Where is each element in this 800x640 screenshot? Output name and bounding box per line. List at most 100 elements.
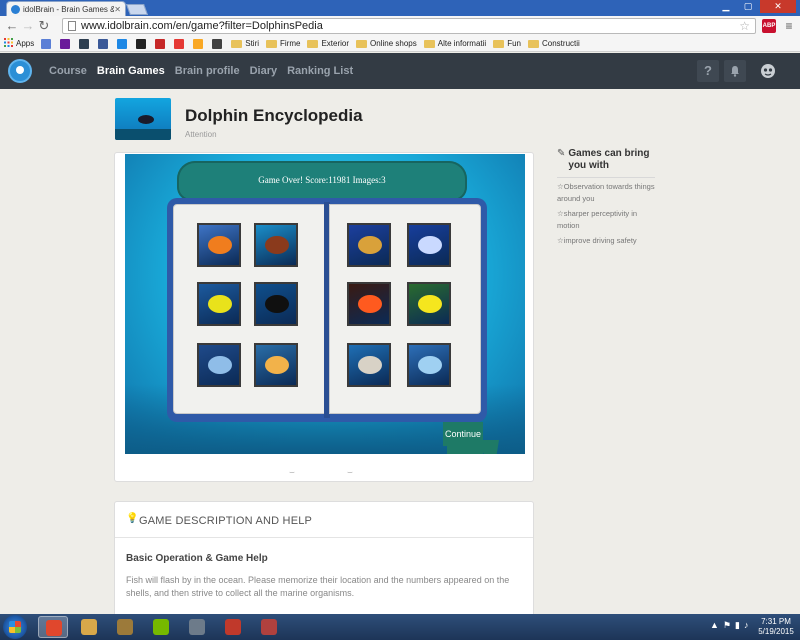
taskbar-app-icon[interactable] [218, 616, 248, 638]
encyclopedia-book [167, 198, 487, 422]
url-text: www.idolbrain.com/en/game?filter=Dolphin… [81, 20, 323, 32]
browser-tab[interactable]: idolBrain - Brain Games & ✕ [6, 1, 126, 16]
sea-creature-icon [418, 295, 442, 313]
taskbar-app-icon[interactable] [254, 616, 284, 638]
tray-flag-icon[interactable]: ⚑ [723, 620, 731, 631]
fish-icon [138, 115, 154, 124]
minimize-icon[interactable]: ▁ [716, 0, 736, 13]
nav-link-ranking-list[interactable]: Ranking List [287, 65, 353, 77]
benefits-sidebar: ✎ Games can bring you with ☆Observation … [557, 148, 655, 247]
bookmark-favicon-icon [193, 38, 204, 49]
windows-start-icon[interactable] [3, 615, 27, 639]
new-tab-button[interactable] [125, 4, 149, 15]
sea-creature-icon [358, 295, 382, 313]
game-stage[interactable]: Game Over! Score:11981 Images:3 Continue [125, 154, 525, 454]
game-description-panel: 💡 GAME DESCRIPTION AND HELP Basic Operat… [114, 501, 534, 614]
tray-up-arrow-icon[interactable]: ▲ [710, 620, 719, 631]
bookmark-site[interactable] [155, 38, 167, 49]
benefit-item: ☆sharper perceptivity in motion [557, 209, 638, 230]
bookmark-folder[interactable]: Firme [266, 39, 300, 48]
system-tray: ▲ ⚑ ▮ ♪ [710, 620, 748, 631]
folder-icon [231, 39, 243, 48]
bookmark-label: Fun [507, 39, 521, 48]
bookmark-favicon-icon [174, 38, 185, 49]
continue-button[interactable]: Continue [443, 422, 483, 446]
bookmark-site[interactable] [60, 38, 72, 49]
taskbar-app-icon[interactable] [74, 616, 104, 638]
marine-image-card[interactable] [197, 343, 241, 387]
help-icon[interactable]: ? [697, 60, 719, 82]
bookmark-site[interactable] [41, 38, 53, 49]
game-panel: Game Over! Score:11981 Images:3 Continue… [114, 152, 534, 482]
sea-creature-icon [418, 236, 442, 254]
taskbar-app-icon[interactable] [38, 616, 68, 638]
sea-creature-icon [208, 356, 232, 374]
marine-image-card[interactable] [347, 282, 391, 326]
taskbar-app-icon[interactable] [110, 616, 140, 638]
marine-image-card[interactable] [347, 223, 391, 267]
chrome-menu-icon[interactable]: ≡ [782, 18, 796, 34]
apps-grid-icon [4, 38, 13, 49]
address-bar[interactable]: www.idolbrain.com/en/game?filter=Dolphin… [62, 18, 756, 34]
window-close-icon[interactable]: ✕ [760, 0, 796, 13]
bookmark-site[interactable] [174, 38, 186, 49]
back-arrow-icon[interactable]: ← [4, 18, 20, 34]
book-page-left [173, 204, 325, 414]
marine-image-card[interactable] [407, 343, 451, 387]
bookmark-label: Stiri [245, 39, 260, 48]
sea-creature-icon [358, 356, 382, 374]
carousel-dot[interactable]: ⌣ [289, 467, 295, 478]
continue-control[interactable]: Continue [443, 422, 501, 454]
marine-image-card[interactable] [197, 223, 241, 267]
bookmark-site[interactable] [212, 38, 224, 49]
bookmark-favicon-icon [117, 38, 128, 49]
marine-image-card[interactable] [407, 282, 451, 326]
marine-image-card[interactable] [407, 223, 451, 267]
reload-icon[interactable]: ↻ [36, 18, 52, 34]
idolbrain-logo[interactable] [8, 59, 32, 83]
game-title: Dolphin Encyclopedia [185, 106, 363, 125]
nav-link-brain-profile[interactable]: Brain profile [175, 65, 240, 77]
bookmark-folder[interactable]: Constructii [528, 39, 580, 48]
game-status-text: Game Over! Score:11981 Images:3 [258, 175, 386, 185]
marine-image-card[interactable] [254, 343, 298, 387]
nav-link-course[interactable]: Course [49, 65, 87, 77]
nav-link-diary[interactable]: Diary [250, 65, 278, 77]
carousel-dot[interactable]: ⌣ [347, 467, 353, 478]
bookmark-folder[interactable]: Online shops [356, 39, 417, 48]
bookmark-site[interactable] [117, 38, 129, 49]
marine-image-card[interactable] [254, 223, 298, 267]
maximize-icon[interactable]: ▢ [738, 0, 758, 13]
bookmark-favicon-icon [79, 38, 90, 49]
bookmark-folder[interactable]: Stiri [231, 39, 259, 48]
bookmark-star-icon[interactable]: ☆ [739, 19, 750, 33]
browser-titlebar: idolBrain - Brain Games & ✕ ▁ ▢ ✕ [0, 0, 800, 16]
bookmark-site[interactable] [79, 38, 91, 49]
bookmark-site[interactable] [98, 38, 110, 49]
adblock-icon[interactable]: ABP [762, 19, 776, 33]
bookmark-favicon-icon [98, 38, 109, 49]
forward-arrow-icon[interactable]: → [20, 18, 36, 34]
volume-icon[interactable]: ♪ [744, 620, 749, 631]
marine-image-card[interactable] [197, 282, 241, 326]
user-avatar-icon[interactable] [757, 60, 779, 82]
nav-link-brain-games[interactable]: Brain Games [97, 65, 165, 77]
tab-close-icon[interactable]: ✕ [114, 5, 121, 14]
marine-image-card[interactable] [347, 343, 391, 387]
taskbar-app-icon[interactable] [182, 616, 212, 638]
bookmark-apps[interactable]: Apps [4, 38, 34, 49]
bookmark-folder[interactable]: Alte informatii [423, 39, 486, 48]
bookmark-folder[interactable]: Fun [493, 39, 521, 48]
sea-creature-icon [358, 236, 382, 254]
system-clock[interactable]: 7:31 PM 5/19/2015 [756, 617, 796, 637]
notification-bell-icon[interactable] [724, 60, 746, 82]
bookmarks-bar: Apps Stiri Firme Exterior Online shops Alte i… [0, 36, 800, 52]
bookmark-folder[interactable]: Exterior [307, 39, 349, 48]
taskbar-app-icon[interactable] [146, 616, 176, 638]
bookmark-favicon-icon [60, 38, 71, 49]
marine-image-card[interactable] [254, 282, 298, 326]
network-icon[interactable]: ▮ [735, 620, 740, 631]
bookmark-site[interactable] [193, 38, 205, 49]
bookmark-label: Online shops [370, 39, 417, 48]
bookmark-site[interactable] [136, 38, 148, 49]
